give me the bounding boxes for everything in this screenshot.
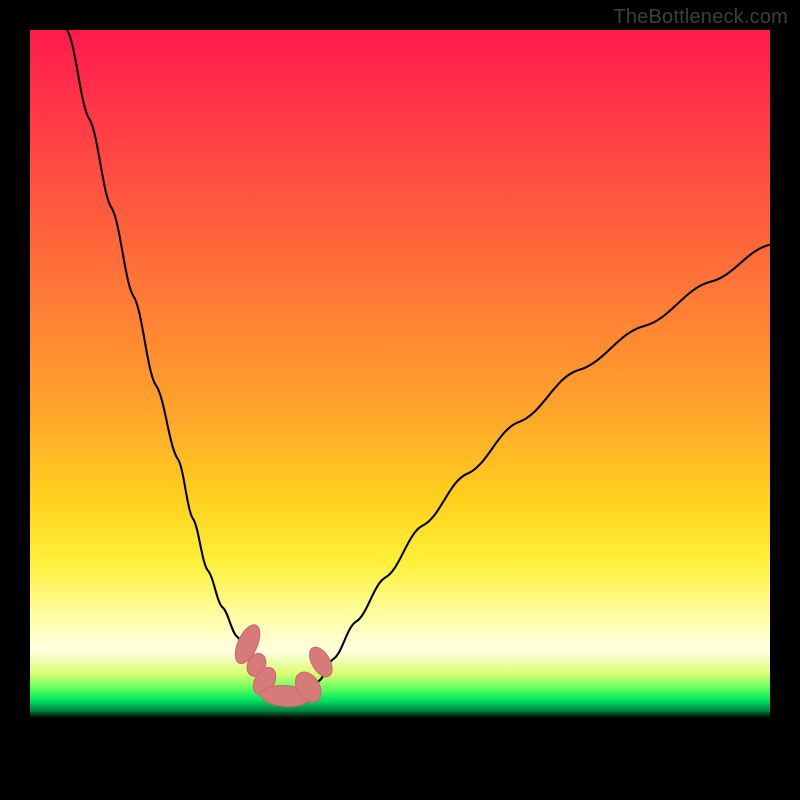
marker-group — [230, 621, 336, 708]
right-curve — [304, 245, 770, 696]
outer-frame: TheBottleneck.com — [0, 0, 800, 800]
watermark-text: TheBottleneck.com — [613, 6, 788, 29]
left-curve — [67, 30, 289, 696]
chart-svg — [30, 30, 770, 770]
curve-group — [67, 30, 770, 696]
